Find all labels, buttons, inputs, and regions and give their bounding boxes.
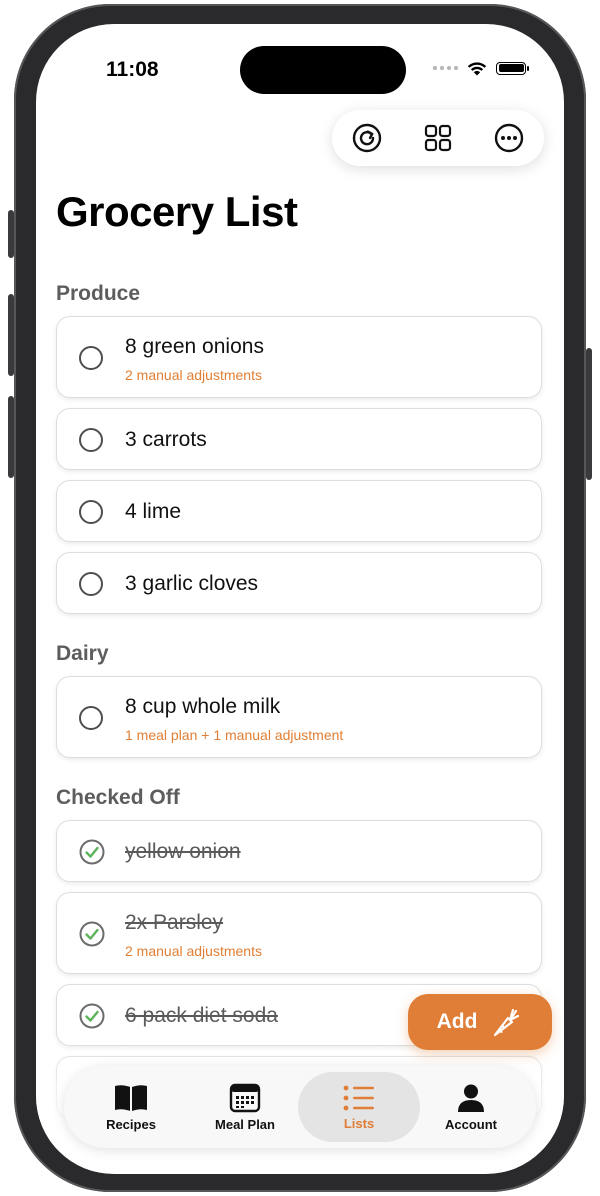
status-time: 11:08 (106, 58, 159, 81)
tab-label: Recipes (106, 1116, 156, 1132)
tab-label: Account (445, 1116, 497, 1132)
checkmark-circle-icon[interactable] (79, 839, 105, 865)
item-adjustment-note: 2 manual adjustments (125, 943, 262, 959)
list-item[interactable]: 2x Parsley 2 manual adjustments (56, 892, 542, 974)
ellipsis-circle-icon (494, 123, 523, 153)
tab-recipes[interactable]: Recipes (70, 1072, 192, 1142)
unchecked-circle-icon[interactable] (79, 428, 103, 452)
checkmark-circle-icon[interactable] (79, 1003, 105, 1029)
action-button (8, 210, 14, 258)
wifi-icon (467, 62, 487, 76)
checkmark-circle-icon[interactable] (79, 921, 105, 947)
list-item[interactable]: 8 cup whole milk 1 meal plan + 1 manual … (56, 676, 542, 758)
unchecked-circle-icon[interactable] (79, 572, 103, 596)
refresh-circle-icon (353, 123, 382, 153)
tab-label: Meal Plan (215, 1116, 275, 1132)
item-label: yellow onion (125, 840, 241, 863)
grid-icon (424, 124, 452, 152)
item-label: 3 carrots (125, 428, 207, 451)
calendar-icon (229, 1083, 261, 1112)
item-label: 2x Parsley (125, 911, 224, 934)
list-item[interactable]: 4 lime (56, 480, 542, 542)
battery-icon (496, 61, 529, 75)
item-label: 8 cup whole milk (125, 695, 281, 718)
screen: 11:08 Grocery List Produce 8 green onion… (36, 24, 564, 1174)
list-item[interactable]: 3 garlic cloves (56, 552, 542, 614)
add-item-button[interactable]: Add (408, 994, 552, 1050)
section-title-dairy: Dairy (56, 642, 109, 665)
top-toolbar (332, 110, 544, 166)
item-label: 4 lime (125, 500, 182, 523)
item-adjustment-note: 2 manual adjustments (125, 367, 262, 383)
item-label: 8 green onions (125, 335, 264, 358)
book-icon (115, 1084, 147, 1111)
page-title: Grocery List (56, 188, 298, 235)
dynamic-island (240, 46, 406, 94)
section-title-checked-off: Checked Off (56, 786, 180, 809)
power-button (586, 348, 592, 480)
tab-account[interactable]: Account (410, 1072, 532, 1142)
volume-up-button (8, 294, 14, 376)
grid-view-button[interactable] (418, 118, 458, 158)
list-icon (343, 1085, 374, 1110)
refresh-button[interactable] (347, 118, 387, 158)
unchecked-circle-icon[interactable] (79, 706, 103, 730)
tab-label: Lists (343, 1115, 375, 1131)
tab-meal-plan[interactable]: Meal Plan (184, 1072, 306, 1142)
volume-down-button (8, 396, 14, 478)
unchecked-circle-icon[interactable] (79, 500, 103, 524)
carrot-icon (494, 1008, 520, 1037)
status-icons (433, 60, 529, 76)
item-label: 3 garlic cloves (125, 572, 259, 595)
item-adjustment-note: 1 meal plan + 1 manual adjustment (125, 727, 344, 743)
unchecked-circle-icon[interactable] (79, 346, 103, 370)
list-item[interactable]: 3 carrots (56, 408, 542, 470)
item-label: 6 pack diet soda (125, 1004, 278, 1027)
phone-frame: 11:08 Grocery List Produce 8 green onion… (8, 4, 592, 1192)
list-item[interactable]: 8 green onions 2 manual adjustments (56, 316, 542, 398)
section-title-produce: Produce (56, 282, 141, 305)
cellular-signal-icon (433, 66, 458, 70)
person-icon (458, 1084, 484, 1112)
tab-lists[interactable]: Lists (298, 1072, 420, 1142)
list-item[interactable]: yellow onion (56, 820, 542, 882)
more-button[interactable] (489, 118, 529, 158)
tab-bar: Recipes Meal Plan Lists Account (64, 1066, 536, 1148)
add-button-label: Add (436, 1010, 478, 1033)
